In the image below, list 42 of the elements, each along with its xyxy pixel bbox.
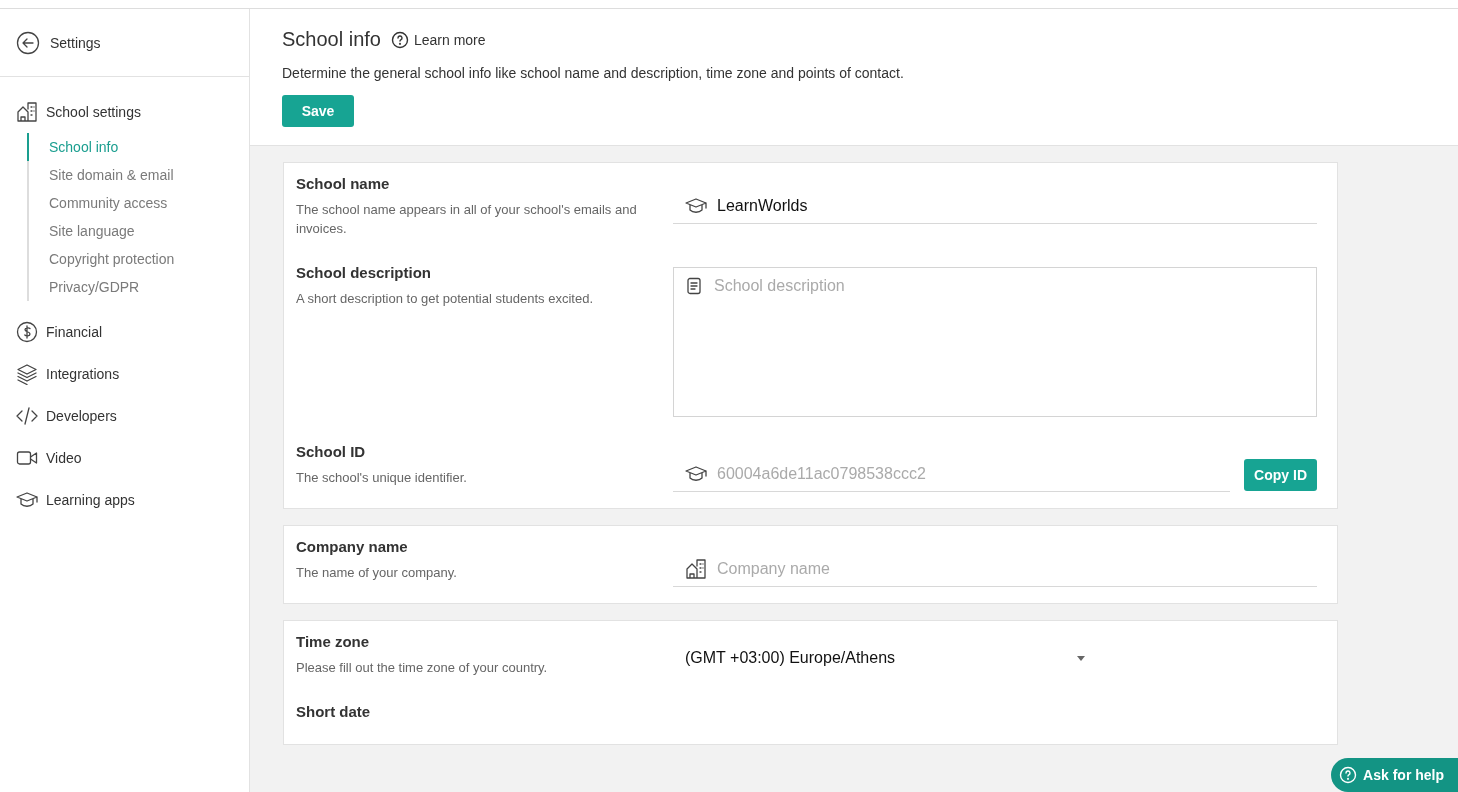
sidebar-item[interactable]: School settings (0, 91, 249, 133)
dollar-icon (16, 321, 38, 343)
page-description: Determine the general school info like school name and description, time zone and points of contact. (282, 65, 905, 81)
page-title: School info (282, 28, 381, 51)
field-title: Company name (296, 538, 408, 555)
sidebar-subitem[interactable]: Community access (27, 189, 249, 217)
sidebar-item[interactable]: Integrations (0, 353, 249, 395)
code-icon (16, 405, 38, 427)
ask-for-help-button[interactable]: Ask for help (1331, 758, 1458, 792)
field-description: The school name appears in all of your school's emails and invoices. (296, 201, 638, 238)
help-icon (390, 30, 409, 49)
timezone-dropdown[interactable]: (GMT +03:00) Europe/Athens (673, 641, 1097, 675)
sidebar-subitem[interactable]: Site language (27, 217, 249, 245)
sidebar-subitem[interactable]: Site domain & email (27, 161, 249, 189)
help-icon (1339, 766, 1358, 784)
field-description: A short description to get potential students excited. (296, 290, 594, 308)
document-icon (686, 277, 702, 295)
field-title: Short date (296, 703, 371, 720)
building-icon (16, 101, 38, 123)
textarea-field[interactable]: School description (673, 267, 1317, 417)
field-title: School ID (296, 443, 366, 460)
settings-title: Settings (50, 35, 101, 51)
field-title: Time zone (296, 633, 370, 650)
save-button[interactable]: Save (282, 95, 354, 127)
text-input-field[interactable]: Company name (673, 552, 1317, 587)
sidebar-item[interactable]: Learning apps (0, 479, 249, 521)
field-description: The name of your company. (296, 564, 458, 582)
layers-icon (16, 363, 38, 385)
field-title: School description (296, 264, 431, 281)
learn-more-link[interactable]: Learn more (390, 30, 486, 49)
sidebar-subitem[interactable]: Copyright protection (27, 245, 249, 273)
text-input-field[interactable]: LearnWorlds (673, 189, 1317, 224)
id-field: 60004a6de11ac0798538ccc2 (673, 457, 1231, 492)
field-title: School name (296, 175, 390, 192)
field-description: Please fill out the time zone of your country. (296, 659, 549, 677)
copy-id-button[interactable]: Copy ID (1244, 458, 1317, 491)
sidebar-item[interactable]: Financial (0, 311, 249, 353)
field-description: The school's unique identifier. (296, 469, 468, 487)
sidebar-subitem[interactable]: Privacy/GDPR (27, 273, 249, 301)
sidebar-item[interactable]: Video (0, 437, 249, 479)
building-icon (685, 558, 707, 580)
sidebar-item[interactable]: Developers (0, 395, 249, 437)
